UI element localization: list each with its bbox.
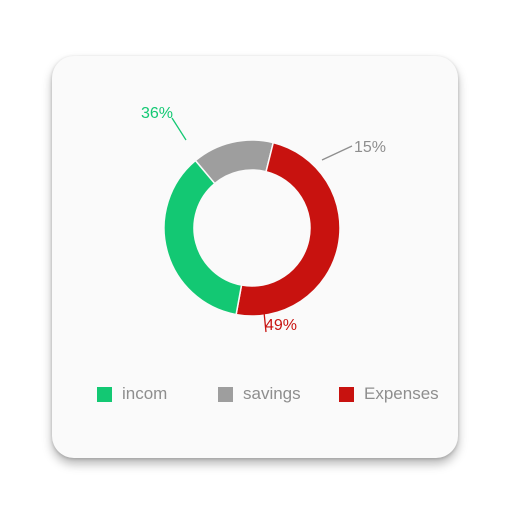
donut-chart: 36% 15% 49% <box>141 105 386 334</box>
data-label-savings: 15% <box>354 139 386 156</box>
legend-item-savings: savings <box>218 382 301 406</box>
legend-label-incom: incom <box>122 384 168 403</box>
data-label-expenses: 49% <box>265 317 297 334</box>
legend-item-incom: incom <box>97 382 167 406</box>
data-label-incom: 36% <box>141 105 173 122</box>
legend-swatch-expenses <box>339 386 354 402</box>
app-icon-stage: 36% 15% 49% incom savings Expenses <box>0 0 512 512</box>
legend-label-savings: savings <box>243 384 301 403</box>
leader-line-savings <box>321 145 353 161</box>
leader-line-incom <box>171 117 187 141</box>
slice-incom <box>163 159 243 316</box>
legend-item-expenses: Expenses <box>339 382 439 406</box>
legend-swatch-incom <box>97 386 112 402</box>
legend-label-expenses: Expenses <box>364 384 439 403</box>
chart-legend: incom savings Expenses <box>0 382 512 406</box>
legend-swatch-savings <box>218 386 233 402</box>
